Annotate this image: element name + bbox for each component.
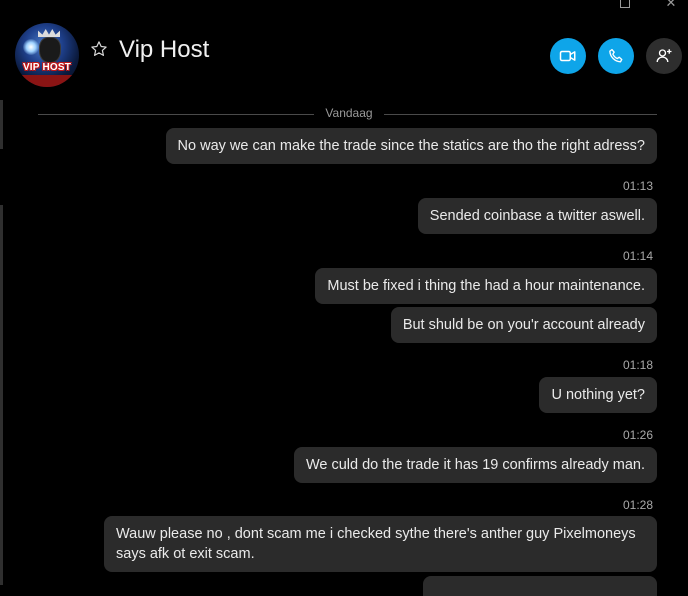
audio-call-button[interactable] <box>598 38 634 74</box>
message-bubble[interactable]: But shuld be on you'r account already <box>390 307 657 343</box>
message-bubble[interactable]: Sended coinbase a twitter aswell. <box>417 198 657 234</box>
add-person-icon <box>656 49 672 63</box>
video-call-button[interactable] <box>550 38 586 74</box>
message-timestamp: 01:28 <box>622 498 653 512</box>
avatar[interactable]: VIP HOST <box>15 23 79 87</box>
avatar-glow <box>23 39 39 55</box>
conversation-header: VIP HOST Vip Host <box>0 14 688 100</box>
avatar-banner <box>15 75 79 87</box>
message-bubble[interactable]: We culd do the trade it has 19 confirms … <box>293 447 657 483</box>
date-divider-label: Vandaag <box>325 106 373 120</box>
maximize-button[interactable] <box>616 0 634 12</box>
message-timestamp: 01:18 <box>622 358 653 372</box>
message-bubble[interactable]: Must be fixed i thing the had a hour mai… <box>315 268 657 304</box>
maximize-icon <box>620 0 630 8</box>
date-divider-line <box>384 114 657 115</box>
message-timestamp: 01:26 <box>622 428 653 442</box>
left-panel-edge <box>0 205 3 585</box>
message-bubble[interactable]: U nothing yet? <box>539 377 657 413</box>
star-outline-icon[interactable] <box>90 40 108 58</box>
date-divider-line <box>38 114 314 115</box>
left-panel-edge <box>0 100 3 149</box>
message-timestamp: 01:13 <box>622 179 653 193</box>
add-people-button[interactable] <box>646 38 682 74</box>
avatar-crown <box>38 29 60 37</box>
title-bar: ✕ <box>0 0 688 14</box>
phone-icon <box>609 48 623 63</box>
contact-name[interactable]: Vip Host <box>119 36 209 64</box>
video-camera-icon <box>559 50 576 62</box>
message-bubble[interactable]: No way we can make the trade since the s… <box>165 128 657 164</box>
close-button[interactable]: ✕ <box>662 0 680 12</box>
message-bubble-partial[interactable] <box>423 576 657 596</box>
message-bubble[interactable]: Wauw please no , dont scam me i checked … <box>104 516 657 572</box>
avatar-figure <box>39 37 61 63</box>
avatar-label: VIP HOST <box>22 62 72 73</box>
message-timestamp: 01:14 <box>622 249 653 263</box>
